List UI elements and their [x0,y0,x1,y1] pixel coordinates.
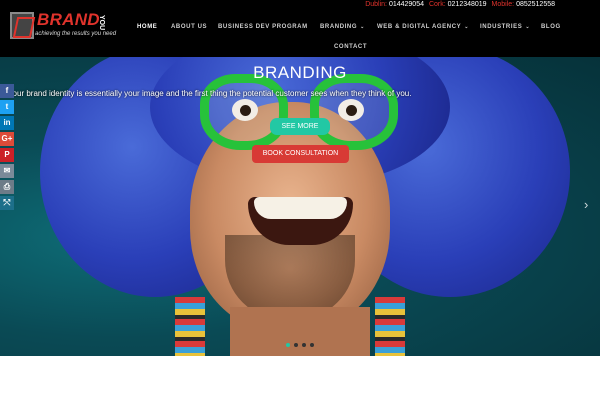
slider-next-arrow-icon[interactable]: › [584,197,588,212]
hero-title: BRANDING [253,63,347,82]
slider-dot[interactable] [294,343,298,347]
logo-you-text: YOU [98,15,105,31]
chevron-down-icon: ⌄ [525,24,531,30]
linkedin-icon[interactable]: in [0,116,14,130]
social-share-bar: f t in G+ P ✉ ⎙ ⤲ [0,84,14,212]
nav-branding[interactable]: BRANDING ⌄ [320,24,365,30]
email-icon[interactable]: ✉ [0,164,14,178]
chevron-down-icon: ⌄ [464,24,470,30]
nav-home[interactable]: HOME [137,24,157,30]
brand-logo[interactable]: BRAND YOU achieving the results you need [10,10,116,43]
twitter-icon[interactable]: t [0,100,14,114]
logo-brand-text: BRAND [37,10,100,29]
nav-branding-label: BRANDING [320,24,358,30]
print-icon[interactable]: ⎙ [0,180,14,194]
contact-label-dublin: Dublin: [365,1,387,8]
slider-pagination [286,343,314,347]
slider-dot[interactable] [302,343,306,347]
nav-blog[interactable]: BLOG [541,24,561,30]
hero-slider: BRANDING our brand identity is essential… [0,57,600,356]
contact-label-mobile: Mobile: [491,1,515,8]
contact-number-mobile[interactable]: 0852512558 [516,1,555,8]
google-plus-icon[interactable]: G+ [0,132,14,146]
share-icon[interactable]: ⤲ [0,196,14,210]
nav-about-us[interactable]: ABOUT US [171,24,207,30]
nav-web-label: WEB & DIGITAL AGENCY [377,24,462,30]
contact-number-dublin[interactable]: 014429054 [389,1,424,8]
chevron-down-icon: ⌄ [360,24,365,30]
nav-business-dev-program[interactable]: BUSINESS DEV PROGRAM [218,24,308,30]
nav-contact[interactable]: CONTACT [334,44,367,50]
site-header: BRAND YOU achieving the results you need… [0,0,600,57]
see-more-button[interactable]: SEE MORE [270,118,330,135]
nav-industries[interactable]: INDUSTRIES ⌄ [480,24,530,30]
hero-description: our brand identity is essentially your i… [12,89,412,98]
contact-label-cork: Cork: [428,1,446,8]
slider-dot[interactable] [286,343,290,347]
logo-tagline: achieving the results you need [35,31,117,37]
pinterest-icon[interactable]: P [0,148,14,162]
nav-web-digital-agency[interactable]: WEB & DIGITAL AGENCY ⌄ [377,24,469,30]
facebook-icon[interactable]: f [0,84,14,98]
slider-dot[interactable] [310,343,314,347]
contact-number-cork[interactable]: 0212348019 [448,1,487,8]
nav-industries-label: INDUSTRIES [480,24,523,30]
book-consultation-button[interactable]: BOOK CONSULTATION [252,145,349,163]
contact-bar: Dublin: 014429054 Cork: 0212348019 Mobil… [365,1,558,8]
logo-mark-icon [10,12,34,39]
